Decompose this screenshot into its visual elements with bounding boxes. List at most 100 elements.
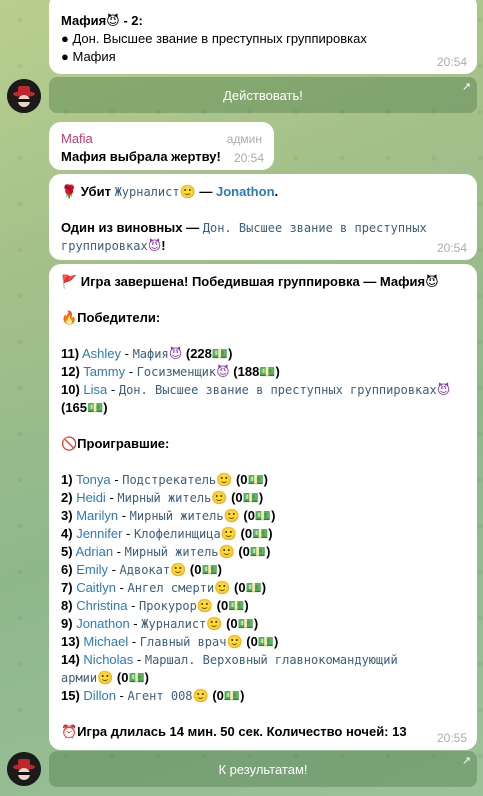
player-link[interactable]: Marilyn <box>76 508 118 523</box>
results-button[interactable]: К результатам! ↗ <box>49 751 477 787</box>
smile-emoji-icon: 🙂 <box>97 670 114 685</box>
message-bubble-results: 🚩 Игра завершена! Победившая группировка… <box>49 264 477 750</box>
killed-prefix: 🌹 Убит <box>61 184 115 199</box>
player-link[interactable]: Jonathon <box>76 616 130 631</box>
player-score: (188💵) <box>229 364 280 379</box>
player-score: (0💵) <box>242 634 279 649</box>
message-time: 20:54 <box>436 241 467 255</box>
game-duration-footer: ⏰Игра длилась 14 мин. 50 сек. Количество… <box>61 724 407 739</box>
loser-row: 14) Nicholas - Маршал. Верховный главнок… <box>61 652 398 667</box>
player-role: армии <box>61 671 98 685</box>
bot-avatar[interactable] <box>7 79 41 113</box>
separator: - <box>127 598 140 613</box>
message-bubble-kill: 🌹 Убит Журналист🙂 — Jonathon. Один из ви… <box>49 174 477 260</box>
player-link[interactable]: Heidi <box>76 490 106 505</box>
roles-item: ● Дон. Высшее звание в преступных группи… <box>61 31 367 46</box>
player-link[interactable]: Dillon <box>83 688 116 703</box>
separator: - <box>113 544 125 559</box>
message-time: 20:54 <box>436 55 467 69</box>
player-link[interactable]: Jennifer <box>76 526 122 541</box>
bot-avatar[interactable] <box>7 752 41 786</box>
separator: - <box>122 526 134 541</box>
player-link[interactable]: Michael <box>83 634 128 649</box>
guilty-role-line2: группировках <box>61 239 148 253</box>
killed-player-link[interactable]: Jonathon <box>216 184 275 199</box>
loser-row: 4) Jennifer - Клофелинщица🙂 (0💵) <box>61 525 465 543</box>
loser-row: 1) Tonya - Подстрекатель🙂 (0💵) <box>61 471 465 489</box>
player-number: 3) <box>61 508 73 523</box>
guilty-prefix: Один из виновных — <box>61 220 203 235</box>
player-role: Дон. Высшее звание в преступных группиро… <box>118 383 437 397</box>
killed-role: Журналист <box>114 185 180 199</box>
sender-role-badge: админ <box>226 132 262 146</box>
player-score: (0💵) <box>239 508 276 523</box>
player-role: Мирный житель <box>117 491 212 505</box>
player-number: 7) <box>61 580 73 595</box>
player-role: Мирный житель <box>129 509 224 523</box>
winner-row: 10) Lisa - Дон. Высшее звание в преступн… <box>61 382 451 415</box>
player-score: (0💵) <box>213 598 249 613</box>
message-bubble-admin: Mafia админ Мафия выбрала жертву! 20:54 <box>49 122 274 170</box>
player-link[interactable]: Tammy <box>83 364 125 379</box>
smile-emoji-icon: 🙂 <box>223 508 240 523</box>
sender-name[interactable]: Mafia <box>61 130 93 148</box>
player-link[interactable]: Adrian <box>75 544 113 559</box>
devil-emoji-icon: 😈 <box>216 364 230 379</box>
player-link[interactable]: Tonya <box>76 472 111 487</box>
smile-emoji-icon: 🙂 <box>216 472 233 487</box>
player-number: 1) <box>61 472 73 487</box>
mafia-hat-icon <box>7 79 41 113</box>
winner-row: 12) Tammy - Госизменщик😈 (188💵) <box>61 364 280 379</box>
smile-emoji-icon: 🙂 <box>196 598 214 613</box>
dash-text: — <box>195 184 217 199</box>
player-role: Адвокат <box>119 563 171 577</box>
mafia-hat-icon <box>7 752 41 786</box>
player-role: Главный врач <box>139 635 227 649</box>
dot-text: . <box>274 184 279 199</box>
player-link[interactable]: Nicholas <box>83 652 133 667</box>
action-button[interactable]: Действовать! ↗ <box>49 77 477 113</box>
smile-emoji-icon: 🙂 <box>170 562 187 577</box>
separator: - <box>105 490 118 505</box>
loser-row: 7) Caitlyn - Ангел смерти🙂 (0💵) <box>61 579 465 597</box>
loser-row: 5) Adrian - Мирный житель🙂 (0💵) <box>61 543 465 561</box>
roles-item: ● Мафия <box>61 49 116 64</box>
winners-title: 🔥Победители: <box>61 310 161 325</box>
player-number: 5) <box>61 544 73 559</box>
player-score: (0💵) <box>232 472 269 487</box>
player-role: Госизменщик <box>136 365 217 379</box>
smile-emoji-icon: 🙂 <box>214 580 231 595</box>
separator: - <box>128 634 140 649</box>
devil-emoji-icon: 😈 <box>147 238 162 253</box>
loser-row: 8) Christina - Прокурор🙂 (0💵) <box>61 597 465 615</box>
player-role: Маршал. Верховный главнокомандующий <box>144 653 398 667</box>
loser-row: 13) Michael - Главный врач🙂 (0💵) <box>61 633 465 651</box>
player-number: 2) <box>61 490 73 505</box>
player-score: (165💵) <box>61 400 108 415</box>
player-link[interactable]: Ashley <box>82 346 121 361</box>
player-score: (0💵) <box>208 688 245 703</box>
player-score: (0💵) <box>227 490 264 505</box>
loser-row-continuation: армии🙂 (0💵) <box>61 669 465 687</box>
player-role: Клофелинщица <box>134 527 221 541</box>
player-role: Агент 008 <box>127 689 193 703</box>
player-role: Мафия <box>132 347 169 361</box>
player-role: Прокурор <box>139 599 197 613</box>
roles-title: Мафия😈 - 2: <box>61 13 143 28</box>
player-role: Подстрекатель <box>122 473 217 487</box>
player-number: 8) <box>61 598 73 613</box>
separator: - <box>107 562 120 577</box>
smile-emoji-icon: 🙂 <box>226 634 243 649</box>
devil-emoji-icon: 😈 <box>168 346 183 361</box>
results-button-label: К результатам! <box>218 761 308 777</box>
player-link[interactable]: Caitlyn <box>76 580 116 595</box>
player-score: (0💵) <box>236 526 273 541</box>
loser-row: 3) Marilyn - Мирный житель🙂 (0💵) <box>61 507 465 525</box>
player-score: (0💵) <box>186 562 222 577</box>
guilty-role-line1: Дон. Высшее звание в преступных <box>202 221 427 235</box>
player-link[interactable]: Emily <box>76 562 108 577</box>
player-link[interactable]: Christina <box>76 598 127 613</box>
separator: - <box>110 472 123 487</box>
player-score: (0💵) <box>230 580 267 595</box>
player-link[interactable]: Lisa <box>83 382 107 397</box>
